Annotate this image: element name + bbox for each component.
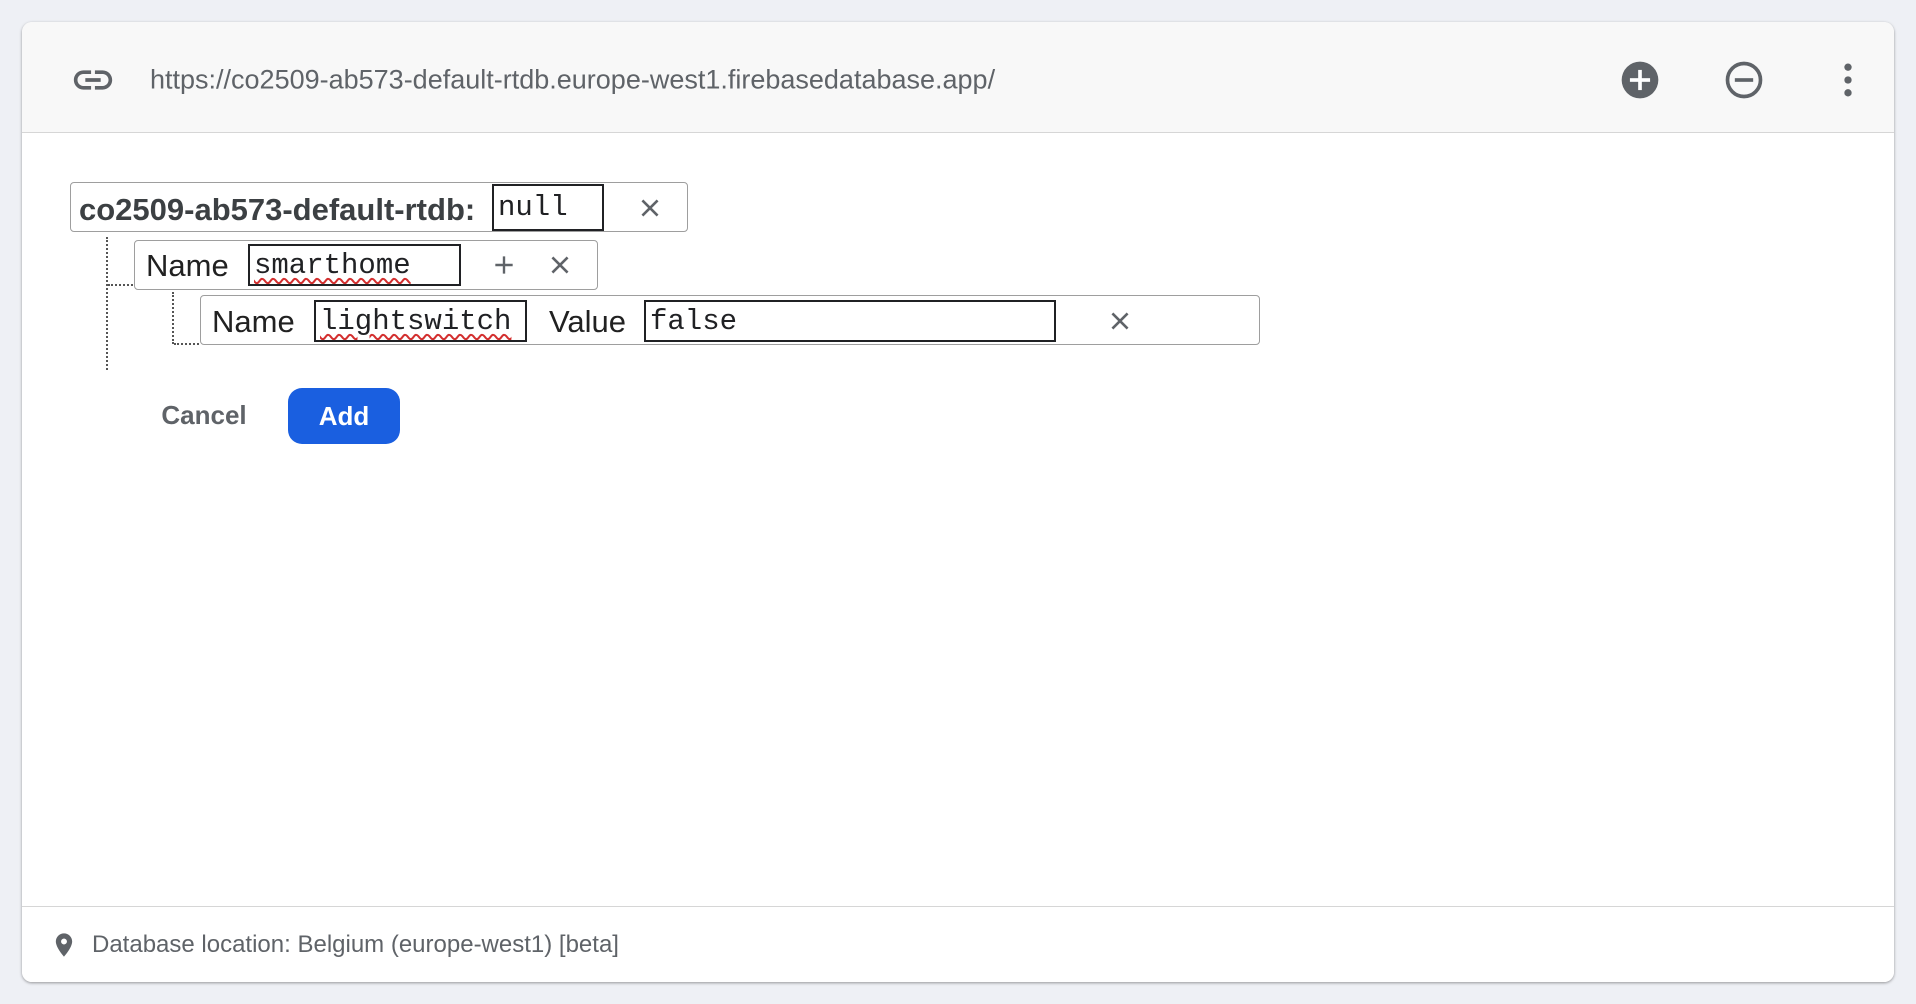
grandchild-value-label: Value [549, 304, 626, 339]
child-name-text: smarthome [254, 248, 411, 282]
tree-connector [108, 284, 133, 286]
grandchild-name-label: Name [212, 304, 295, 339]
child-name-label: Name [146, 248, 229, 283]
add-circle-icon [1621, 61, 1659, 99]
grandchild-value-text: false [650, 304, 738, 338]
tree-connector [172, 292, 174, 344]
grandchild-delete-button[interactable] [1102, 303, 1138, 339]
close-icon [1111, 312, 1129, 330]
plus-icon [495, 256, 513, 274]
add-button[interactable]: Add [288, 388, 400, 444]
close-icon [551, 256, 569, 274]
link-icon [73, 70, 113, 90]
tree-connector [174, 343, 199, 345]
child-name-input[interactable]: smarthome [248, 244, 461, 286]
remove-node-button[interactable] [1718, 54, 1770, 106]
database-panel: https://co2509-ab573-default-rtdb.europe… [22, 22, 1894, 982]
more-vert-icon [1844, 63, 1852, 97]
root-value-text: null [498, 191, 568, 224]
child-add-button[interactable] [486, 247, 522, 283]
footer: Database location: Belgium (europe-west1… [22, 906, 1894, 982]
tree-connector [106, 237, 108, 370]
child-delete-button[interactable] [542, 247, 578, 283]
grandchild-value-input[interactable]: false [644, 300, 1056, 342]
grandchild-name-input[interactable]: lightswitch [314, 300, 527, 342]
database-location-text: Database location: Belgium (europe-west1… [92, 931, 619, 958]
cancel-button[interactable]: Cancel [144, 388, 264, 442]
root-delete-button[interactable] [632, 190, 668, 226]
root-value-input[interactable]: null [492, 184, 604, 231]
add-child-button[interactable] [1614, 54, 1666, 106]
more-options-button[interactable] [1822, 54, 1874, 106]
grandchild-name-text: lightswitch [320, 304, 512, 338]
remove-circle-icon [1725, 61, 1763, 99]
url-bar: https://co2509-ab573-default-rtdb.europe… [22, 22, 1894, 133]
database-url[interactable]: https://co2509-ab573-default-rtdb.europe… [150, 65, 995, 96]
root-node-label: co2509-ab573-default-rtdb: [79, 192, 476, 227]
close-icon [641, 199, 659, 217]
location-pin-icon [55, 933, 73, 957]
